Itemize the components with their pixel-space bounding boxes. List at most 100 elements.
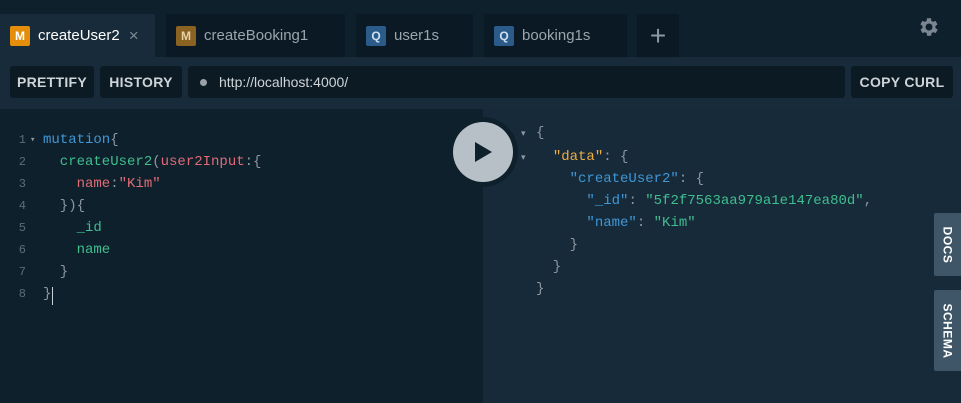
endpoint-url: http://localhost:4000/ (219, 74, 349, 90)
code-text: }){ (43, 195, 85, 217)
docs-label: DOCS (940, 226, 955, 263)
editor-line: 5 _id (0, 217, 483, 239)
tab-label: createBooking1 (204, 27, 309, 44)
result-token: "data" (552, 149, 604, 165)
code-token: } (43, 286, 52, 302)
code-token: ( (152, 154, 161, 170)
line-number: 4 (18, 199, 26, 213)
result-line: } (536, 234, 578, 256)
result-line: "_id": "5f2f7563aa979a1e147ea80d", (536, 190, 872, 212)
code-token: _id (43, 220, 102, 236)
editor-line: 1 ▾ mutation{ (0, 129, 483, 151)
history-button[interactable]: HISTORY (100, 66, 182, 98)
result-token: : (636, 215, 654, 231)
result-token (536, 215, 586, 231)
endpoint-url-input[interactable]: http://localhost:4000/ (188, 66, 845, 98)
tab-createUser2[interactable]: M createUser2 × (0, 14, 155, 57)
result-token: : { (678, 171, 705, 187)
line-number: 2 (18, 155, 26, 169)
code-token: mutation (43, 132, 111, 148)
result-token: : { (603, 149, 629, 165)
code-text: name (43, 239, 111, 261)
result-line: "data": { (536, 146, 629, 168)
mutation-badge: M (176, 25, 196, 46)
result-token: : (628, 193, 646, 209)
fold-icon[interactable]: ▾ (521, 152, 526, 163)
text-cursor (52, 287, 53, 305)
status-dot-icon (200, 78, 207, 86)
result-token: { (536, 125, 545, 141)
line-number: 1 (18, 133, 26, 147)
editor-line: 7 } (0, 261, 483, 283)
code-token: : (110, 176, 119, 192)
line-number: 6 (18, 243, 26, 257)
tab-createBooking1[interactable]: M createBooking1 (166, 14, 345, 57)
tab-bar: M createUser2 × M createBooking1 Q user1… (0, 0, 961, 57)
code-token: name (43, 176, 111, 192)
fold-icon[interactable]: ▾ (521, 128, 526, 139)
result-line: "name": "Kim" (536, 212, 696, 234)
editor-line: 3 name:"Kim" (0, 173, 483, 195)
result-viewer: { "data": { "createUser2": { "_id": "5f2… (483, 109, 961, 403)
query-editor[interactable]: 1 ▾ mutation{2 createUser2(user2Input:{3 n… (0, 109, 483, 403)
mutation-badge: M (10, 25, 30, 46)
code-token: user2Input (160, 154, 245, 170)
tab-booking1s[interactable]: Q booking1s (484, 14, 627, 57)
tab-user1s[interactable]: Q user1s (356, 14, 473, 57)
code-token: createUser2 (43, 154, 153, 170)
code-text: name:"Kim" (43, 173, 161, 195)
code-text: } (43, 283, 51, 305)
result-token: "_id" (586, 193, 629, 209)
query-badge: Q (494, 25, 514, 46)
line-number: 7 (18, 265, 26, 279)
schema-label: SCHEMA (940, 302, 955, 359)
result-token: } (536, 237, 579, 253)
editor-line: 8} (0, 283, 483, 305)
code-text: createUser2(user2Input:{ (43, 151, 262, 173)
result-token: "createUser2" (569, 171, 679, 187)
close-icon[interactable]: × (129, 26, 139, 46)
docs-tab[interactable]: DOCS (934, 213, 961, 276)
result-token: "name" (586, 215, 637, 231)
toolbar: PRETTIFY HISTORY http://localhost:4000/ … (0, 57, 961, 109)
result-token: } (536, 259, 562, 275)
line-number: 5 (18, 221, 26, 235)
result-token (536, 193, 586, 209)
result-line: } (536, 256, 561, 278)
editor-line: 2 createUser2(user2Input:{ (0, 151, 483, 173)
code-token: { (110, 132, 119, 148)
code-token: "Kim" (118, 176, 161, 192)
add-tab-button[interactable]: + (637, 14, 679, 57)
result-line: { (536, 122, 544, 144)
code-text: } (43, 261, 68, 283)
line-number: 3 (18, 177, 26, 191)
code-token: }){ (43, 198, 86, 214)
result-token: , (863, 193, 873, 209)
prettify-button[interactable]: PRETTIFY (10, 66, 94, 98)
result-token: "5f2f7563aa979a1e147ea80d" (645, 193, 864, 209)
code-text: mutation{ (43, 129, 119, 151)
copy-curl-button[interactable]: COPY CURL (851, 66, 953, 98)
code-token: name (43, 242, 111, 258)
editor-line: 4 }){ (0, 195, 483, 217)
editor-line: 6 name (0, 239, 483, 261)
tab-label: booking1s (522, 27, 591, 44)
schema-tab[interactable]: SCHEMA (934, 290, 961, 371)
result-token: "Kim" (653, 215, 696, 231)
result-token (536, 171, 570, 187)
code-text: _id (43, 217, 102, 239)
play-icon (475, 142, 492, 162)
gear-icon[interactable] (917, 15, 941, 39)
fold-icon[interactable]: ▾ (30, 129, 35, 151)
result-token (536, 149, 553, 165)
line-number: 8 (18, 287, 26, 301)
result-line: "createUser2": { (536, 168, 704, 190)
code-token: :{ (244, 154, 262, 170)
tab-label: createUser2 (38, 27, 120, 44)
result-line: } (536, 278, 544, 300)
execute-button[interactable] (448, 117, 518, 187)
code-token: } (43, 264, 69, 280)
tab-label: user1s (394, 27, 440, 44)
result-token: } (536, 281, 545, 297)
query-badge: Q (366, 25, 386, 46)
